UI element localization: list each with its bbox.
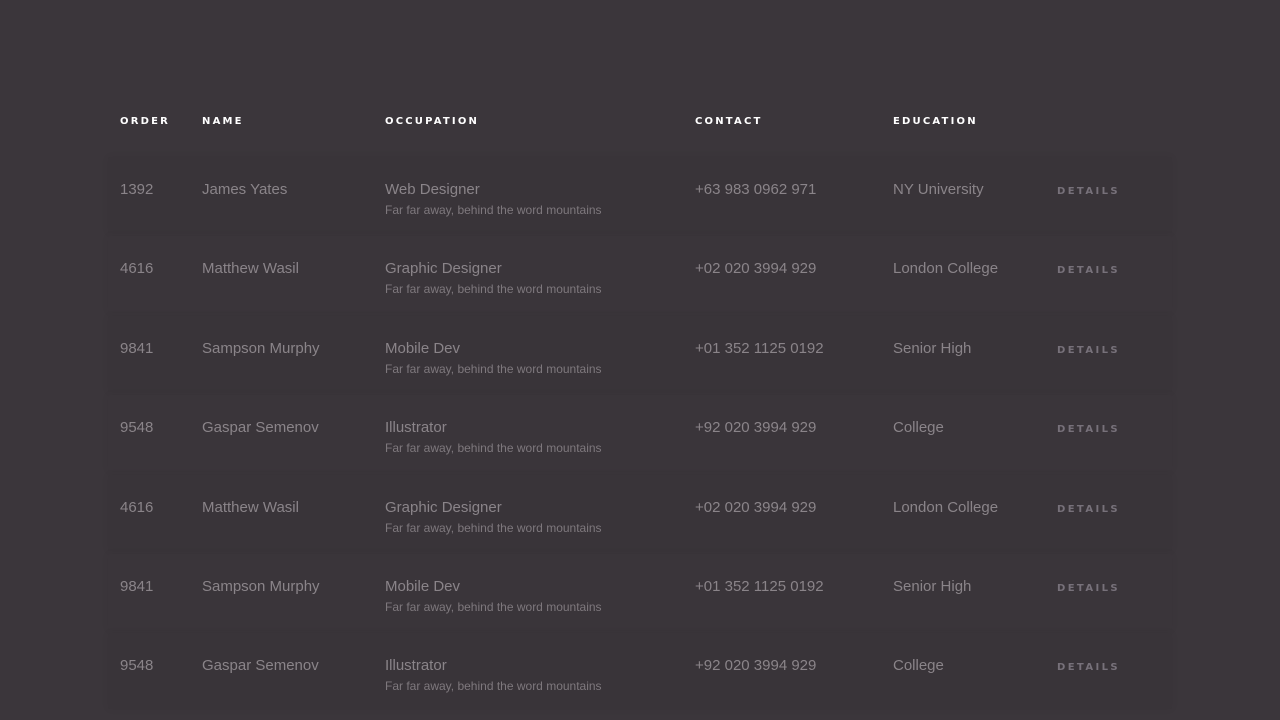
- data-table: ORDER NAME OCCUPATION CONTACT EDUCATION …: [108, 103, 1172, 713]
- cell-action: DETAILS: [1057, 395, 1167, 436]
- details-button[interactable]: DETAILS: [1057, 265, 1120, 276]
- details-button[interactable]: DETAILS: [1057, 662, 1120, 673]
- table-header: ORDER NAME OCCUPATION CONTACT EDUCATION: [108, 103, 1172, 139]
- details-button[interactable]: DETAILS: [1057, 504, 1120, 515]
- occupation-title: Illustrator: [385, 657, 447, 675]
- cell-contact: +01 352 1125 0192: [695, 339, 824, 357]
- cell-order: 1392: [120, 181, 154, 198]
- occupation-subtitle: Far far away, behind the word mountains: [385, 520, 602, 535]
- occupation-title: Mobile Dev: [385, 339, 461, 357]
- cell-order: 9841: [120, 577, 154, 595]
- cell-order: 9548: [120, 419, 154, 437]
- cell-action: DETAILS: [1057, 157, 1167, 198]
- table-row: 9841 Sampson Murphy Mobile Dev Far far a…: [108, 553, 1172, 630]
- cell-education: College: [893, 657, 944, 675]
- cell-action: DETAILS: [1057, 316, 1167, 357]
- occupation-subtitle: Far far away, behind the word mountains: [385, 599, 602, 614]
- cell-order: 4616: [120, 498, 154, 516]
- cell-name: Sampson Murphy: [202, 339, 320, 357]
- table-row: 9841 Sampson Murphy Mobile Dev Far far a…: [108, 315, 1172, 392]
- table-row: 9548 Gaspar Semenov Illustrator Far far …: [108, 395, 1172, 472]
- table-row: 4616 Matthew Wasil Graphic Designer Far …: [108, 474, 1172, 551]
- cell-action: DETAILS: [1057, 633, 1167, 674]
- table-body: 1392 James Yates Web Designer Far far aw…: [108, 157, 1172, 710]
- occupation-title: Mobile Dev: [385, 577, 461, 595]
- details-button[interactable]: DETAILS: [1057, 186, 1120, 197]
- header-occupation: OCCUPATION: [385, 115, 480, 127]
- cell-occupation: Mobile Dev Far far away, behind the word…: [385, 554, 695, 614]
- occupation-title: Web Designer: [385, 181, 480, 198]
- occupation-title: Illustrator: [385, 419, 447, 437]
- occupation-subtitle: Far far away, behind the word mountains: [385, 441, 602, 456]
- occupation-title: Graphic Designer: [385, 498, 502, 516]
- cell-education: London College: [893, 260, 999, 278]
- cell-action: DETAILS: [1057, 554, 1167, 595]
- table-row: 9548 Gaspar Semenov Illustrator Far far …: [108, 633, 1172, 710]
- occupation-title: Graphic Designer: [385, 260, 502, 278]
- cell-education: London College: [893, 498, 999, 516]
- cell-occupation: Web Designer Far far away, behind the wo…: [385, 157, 695, 217]
- cell-name: Matthew Wasil: [202, 498, 299, 516]
- cell-name: Matthew Wasil: [202, 260, 299, 278]
- cell-occupation: Graphic Designer Far far away, behind th…: [385, 475, 695, 535]
- cell-action: DETAILS: [1057, 475, 1167, 516]
- occupation-subtitle: Far far away, behind the word mountains: [385, 282, 602, 297]
- header-education: EDUCATION: [893, 115, 978, 127]
- cell-occupation: Graphic Designer Far far away, behind th…: [385, 236, 695, 296]
- table-row: 4616 Matthew Wasil Graphic Designer Far …: [108, 236, 1172, 313]
- details-button[interactable]: DETAILS: [1057, 583, 1120, 594]
- occupation-subtitle: Far far away, behind the word mountains: [385, 203, 602, 217]
- header-order: ORDER: [120, 115, 171, 127]
- cell-order: 4616: [120, 260, 154, 278]
- cell-contact: +02 020 3994 929: [695, 498, 817, 516]
- header-contact: CONTACT: [695, 115, 763, 127]
- cell-name: Gaspar Semenov: [202, 419, 319, 437]
- cell-education: College: [893, 419, 944, 437]
- cell-contact: +92 020 3994 929: [695, 419, 817, 437]
- occupation-subtitle: Far far away, behind the word mountains: [385, 361, 602, 376]
- cell-name: James Yates: [202, 181, 288, 198]
- cell-contact: +63 983 0962 971: [695, 181, 817, 198]
- cell-contact: +92 020 3994 929: [695, 657, 817, 675]
- cell-order: 9841: [120, 339, 154, 357]
- cell-order: 9548: [120, 657, 154, 675]
- cell-name: Sampson Murphy: [202, 577, 320, 595]
- header-name: NAME: [202, 115, 244, 127]
- cell-contact: +01 352 1125 0192: [695, 577, 824, 595]
- occupation-subtitle: Far far away, behind the word mountains: [385, 679, 602, 694]
- cell-occupation: Mobile Dev Far far away, behind the word…: [385, 316, 695, 376]
- cell-occupation: Illustrator Far far away, behind the wor…: [385, 633, 695, 693]
- cell-education: Senior High: [893, 339, 972, 357]
- cell-contact: +02 020 3994 929: [695, 260, 817, 278]
- details-button[interactable]: DETAILS: [1057, 424, 1120, 435]
- cell-action: DETAILS: [1057, 236, 1167, 277]
- cell-name: Gaspar Semenov: [202, 657, 319, 675]
- table-row: 1392 James Yates Web Designer Far far aw…: [108, 157, 1172, 233]
- cell-occupation: Illustrator Far far away, behind the wor…: [385, 395, 695, 455]
- cell-education: NY University: [893, 181, 984, 198]
- details-button[interactable]: DETAILS: [1057, 345, 1120, 356]
- cell-education: Senior High: [893, 577, 972, 595]
